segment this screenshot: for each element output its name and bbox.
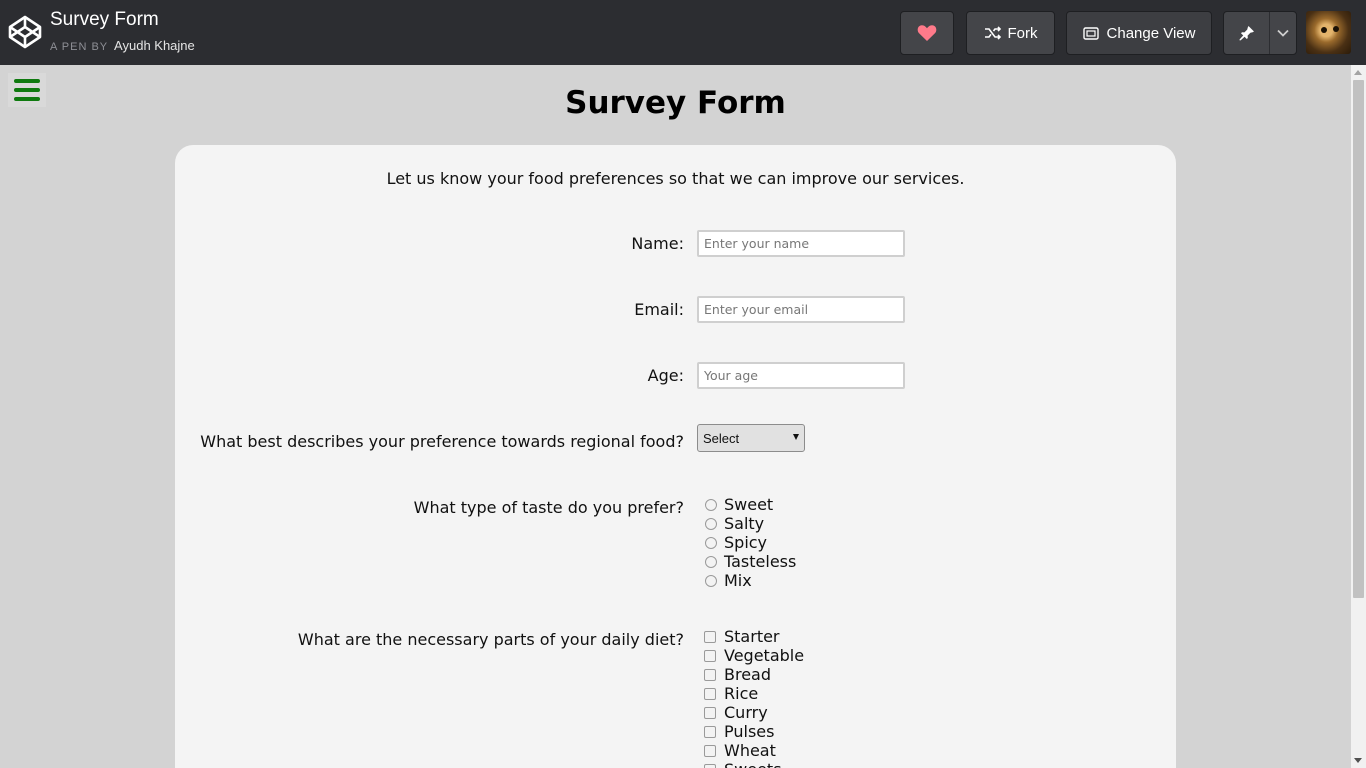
- diet-option-label: Rice: [724, 684, 759, 703]
- pen-by-prefix: A PEN BY: [50, 41, 109, 53]
- pin-icon: [1239, 26, 1254, 41]
- diet-option-label: Wheat: [724, 741, 776, 760]
- page-scrollbar[interactable]: [1351, 65, 1366, 768]
- pin-dropdown-button[interactable]: [1270, 12, 1296, 54]
- name-label: Name:: [631, 234, 684, 253]
- menu-line: [14, 79, 40, 83]
- user-avatar[interactable]: [1306, 11, 1351, 54]
- pen-author-line: A PEN BY Ayudh Khajne: [50, 38, 195, 53]
- pen-author-link[interactable]: Ayudh Khajne: [114, 38, 195, 53]
- taste-option-label: Mix: [724, 571, 752, 590]
- radio-button[interactable]: [705, 517, 717, 530]
- diet-option-label: Starter: [724, 627, 780, 646]
- radio-button[interactable]: [705, 555, 717, 568]
- name-input[interactable]: [697, 230, 905, 257]
- taste-label: What type of taste do you prefer?: [413, 498, 684, 517]
- email-input[interactable]: [697, 296, 905, 323]
- diet-option-label: Curry: [724, 703, 768, 722]
- fork-label: Fork: [1007, 24, 1038, 42]
- diet-option[interactable]: Vegetable: [704, 646, 804, 665]
- diet-option[interactable]: Wheat: [704, 741, 776, 760]
- pin-button[interactable]: [1224, 12, 1270, 54]
- codepen-logo-icon[interactable]: [8, 15, 42, 49]
- dropdown-arrow-icon: [793, 434, 799, 440]
- preview-area: Survey Form Let us know your food prefer…: [0, 65, 1351, 768]
- checkbox[interactable]: [704, 725, 716, 738]
- scroll-up-arrow-icon[interactable]: [1354, 70, 1362, 75]
- diet-option-label: Bread: [724, 665, 772, 684]
- like-button[interactable]: [900, 11, 954, 55]
- checkbox[interactable]: [704, 706, 716, 719]
- taste-option[interactable]: Spicy: [705, 533, 767, 552]
- pen-title[interactable]: Survey Form: [50, 9, 159, 31]
- taste-option[interactable]: Salty: [705, 514, 764, 533]
- regional-food-selected: Select: [703, 430, 740, 446]
- checkbox[interactable]: [704, 649, 716, 662]
- taste-option[interactable]: Tasteless: [705, 552, 796, 571]
- chevron-down-icon: [1277, 29, 1289, 37]
- codepen-header: Survey Form A PEN BY Ayudh Khajne Fork C…: [0, 0, 1366, 65]
- diet-option[interactable]: Rice: [704, 684, 758, 703]
- radio-button[interactable]: [705, 498, 717, 511]
- diet-label: What are the necessary parts of your dai…: [297, 630, 684, 649]
- pin-button-group: [1223, 11, 1297, 55]
- checkbox[interactable]: [704, 763, 716, 768]
- heart-icon: [917, 25, 937, 41]
- page-title: Survey Form: [565, 85, 786, 121]
- checkbox[interactable]: [704, 630, 716, 643]
- scrollbar-thumb[interactable]: [1353, 80, 1364, 598]
- taste-option-label: Tasteless: [724, 552, 797, 571]
- diet-option[interactable]: Pulses: [704, 722, 774, 741]
- fork-icon: [984, 26, 1001, 40]
- change-view-icon: [1082, 26, 1099, 40]
- diet-option-label: Sweets: [724, 760, 782, 768]
- radio-button[interactable]: [705, 574, 717, 587]
- regional-food-select[interactable]: Select: [697, 424, 805, 452]
- diet-option[interactable]: Sweets: [704, 760, 782, 768]
- avatar-detail: [1333, 26, 1339, 32]
- change-view-label: Change View: [1106, 24, 1196, 42]
- taste-option-label: Spicy: [724, 533, 768, 552]
- survey-form: Let us know your food preferences so tha…: [175, 145, 1176, 768]
- checkbox[interactable]: [704, 744, 716, 757]
- email-label: Email:: [634, 300, 684, 319]
- diet-option[interactable]: Starter: [704, 627, 780, 646]
- taste-option[interactable]: Sweet: [705, 495, 773, 514]
- form-description: Let us know your food preferences so tha…: [386, 169, 965, 188]
- fork-button[interactable]: Fork: [966, 11, 1055, 55]
- avatar-detail: [1321, 27, 1327, 33]
- change-view-button[interactable]: Change View: [1066, 11, 1212, 55]
- taste-option-label: Salty: [724, 514, 765, 533]
- scroll-down-arrow-icon[interactable]: [1354, 758, 1362, 763]
- radio-button[interactable]: [705, 536, 717, 549]
- checkbox[interactable]: [704, 668, 716, 681]
- checkbox[interactable]: [704, 687, 716, 700]
- diet-option-label: Vegetable: [724, 646, 805, 665]
- age-input[interactable]: [697, 362, 905, 389]
- diet-option[interactable]: Bread: [704, 665, 771, 684]
- taste-option-label: Sweet: [724, 495, 774, 514]
- regional-food-label: What best describes your preference towa…: [200, 432, 684, 451]
- diet-option-label: Pulses: [724, 722, 775, 741]
- age-label: Age:: [647, 366, 684, 385]
- diet-option[interactable]: Curry: [704, 703, 768, 722]
- taste-option[interactable]: Mix: [705, 571, 752, 590]
